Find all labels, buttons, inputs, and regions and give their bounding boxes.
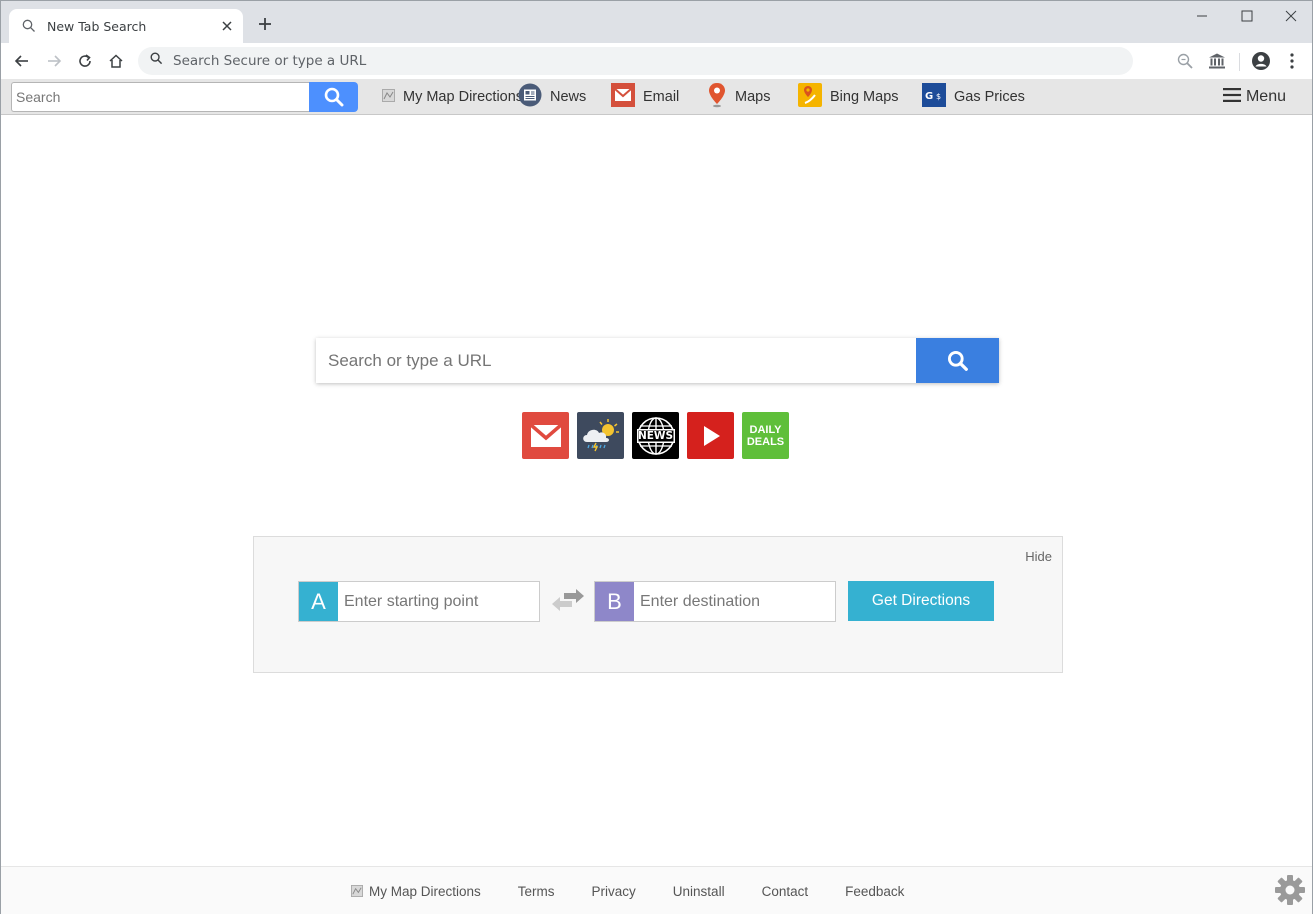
hamburger-icon: [1222, 87, 1241, 107]
home-button[interactable]: [104, 49, 128, 73]
footer-link-feedback[interactable]: Feedback: [845, 884, 904, 899]
ext-link-label: Gas Prices: [954, 89, 1025, 105]
search-icon: [150, 52, 163, 70]
quick-links: NEWS DAILY DEALS: [522, 412, 789, 459]
forward-button[interactable]: [42, 49, 66, 73]
tab-strip: New Tab Search: [1, 1, 1312, 43]
youtube-icon: [703, 425, 720, 446]
address-bar-placeholder: Search Secure or type a URL: [173, 53, 367, 69]
gas-prices-icon: G $: [922, 83, 946, 111]
tab-new-tab-search[interactable]: New Tab Search: [9, 9, 243, 43]
weather-icon: [582, 418, 619, 451]
more-menu-icon[interactable]: [1280, 49, 1304, 73]
tile-daily-deals[interactable]: DAILY DEALS: [742, 412, 789, 459]
maximize-button[interactable]: [1225, 1, 1269, 31]
settings-gear-icon[interactable]: [1274, 874, 1306, 906]
zoom-icon[interactable]: [1173, 49, 1197, 73]
profile-icon[interactable]: [1249, 49, 1273, 73]
ext-link-maps[interactable]: Maps: [707, 82, 771, 112]
daily-deals-line1: DAILY: [749, 423, 782, 436]
close-tab-icon[interactable]: [219, 18, 235, 34]
ext-link-label: Email: [643, 89, 680, 105]
ext-link-news[interactable]: News: [518, 83, 587, 111]
ext-link-label: Bing Maps: [830, 89, 899, 105]
search-icon: [324, 87, 343, 107]
ext-link-gas-prices[interactable]: G $ Gas Prices: [922, 83, 1025, 111]
footer-link-contact[interactable]: Contact: [762, 884, 809, 899]
extension-search-input[interactable]: Search: [11, 82, 309, 112]
starting-point-field[interactable]: A Enter starting point: [298, 581, 540, 622]
extension-menu-button[interactable]: Menu: [1222, 84, 1286, 110]
swap-icon[interactable]: [550, 589, 586, 615]
footer-link-my-map-directions[interactable]: My Map Directions: [351, 884, 481, 899]
map-pin-icon: [707, 82, 727, 112]
search-icon: [947, 350, 968, 371]
footer-links: My Map Directions Terms Privacy Uninstal…: [351, 867, 941, 914]
bank-extension-icon[interactable]: [1205, 49, 1229, 73]
ext-link-label: News: [550, 89, 587, 105]
footer-link-label: My Map Directions: [369, 883, 481, 899]
main-search-input[interactable]: Search or type a URL: [316, 338, 916, 383]
tile-youtube[interactable]: [687, 412, 734, 459]
ext-link-my-map-directions[interactable]: My Map Directions: [382, 84, 523, 110]
search-icon: [21, 18, 37, 34]
daily-deals-line2: DEALS: [746, 435, 785, 448]
starting-point-input[interactable]: Enter starting point: [338, 582, 539, 621]
ext-link-label: My Map Directions: [403, 89, 524, 105]
main-search-box: Search or type a URL: [316, 338, 999, 383]
extension-search-button[interactable]: [309, 82, 358, 112]
footer: My Map Directions Terms Privacy Uninstal…: [1, 866, 1312, 914]
gmail-icon: [529, 423, 562, 447]
tile-news[interactable]: NEWS: [632, 412, 679, 459]
ext-link-bing-maps[interactable]: Bing Maps: [798, 83, 899, 111]
browser-window: New Tab Search Search Secure or type a U…: [0, 0, 1313, 914]
toolbar-divider: [1239, 53, 1240, 71]
svg-text:$: $: [936, 92, 941, 101]
main-search-placeholder: Search or type a URL: [328, 350, 492, 370]
address-bar[interactable]: Search Secure or type a URL: [138, 47, 1133, 75]
footer-link-uninstall[interactable]: Uninstall: [673, 884, 725, 899]
map-directions-icon: [382, 88, 395, 106]
start-badge: A: [299, 582, 338, 621]
extension-search-placeholder: Search: [16, 89, 61, 105]
svg-text:G: G: [925, 91, 933, 102]
directions-panel: Hide A Enter starting point B Enter dest…: [253, 536, 1063, 673]
back-button[interactable]: [10, 49, 34, 73]
browser-toolbar: Search Secure or type a URL: [1, 43, 1312, 79]
tile-weather[interactable]: [577, 412, 624, 459]
footer-link-privacy[interactable]: Privacy: [592, 884, 636, 899]
ext-link-email[interactable]: Email: [611, 83, 680, 111]
destination-field[interactable]: B Enter destination: [594, 581, 836, 622]
get-directions-button[interactable]: Get Directions: [848, 581, 994, 621]
footer-link-terms[interactable]: Terms: [518, 884, 555, 899]
tab-title: New Tab Search: [47, 18, 147, 34]
reload-button[interactable]: [73, 49, 97, 73]
minimize-button[interactable]: [1180, 1, 1224, 31]
bing-maps-icon: [798, 83, 822, 111]
map-directions-icon: [351, 885, 363, 897]
news-icon: [518, 83, 542, 111]
tile-gmail[interactable]: [522, 412, 569, 459]
ext-link-label: Maps: [735, 89, 771, 105]
email-icon: [611, 83, 635, 111]
hide-directions-link[interactable]: Hide: [1025, 549, 1052, 564]
new-tab-button[interactable]: [255, 14, 275, 34]
menu-label: Menu: [1245, 88, 1286, 105]
extension-toolbar: Search My Map Directions News Email Maps…: [1, 79, 1312, 115]
tile-news-text: NEWS: [637, 430, 674, 442]
end-badge: B: [595, 582, 634, 621]
close-window-button[interactable]: [1269, 1, 1313, 31]
destination-input[interactable]: Enter destination: [634, 582, 835, 621]
main-search-button[interactable]: [916, 338, 999, 383]
